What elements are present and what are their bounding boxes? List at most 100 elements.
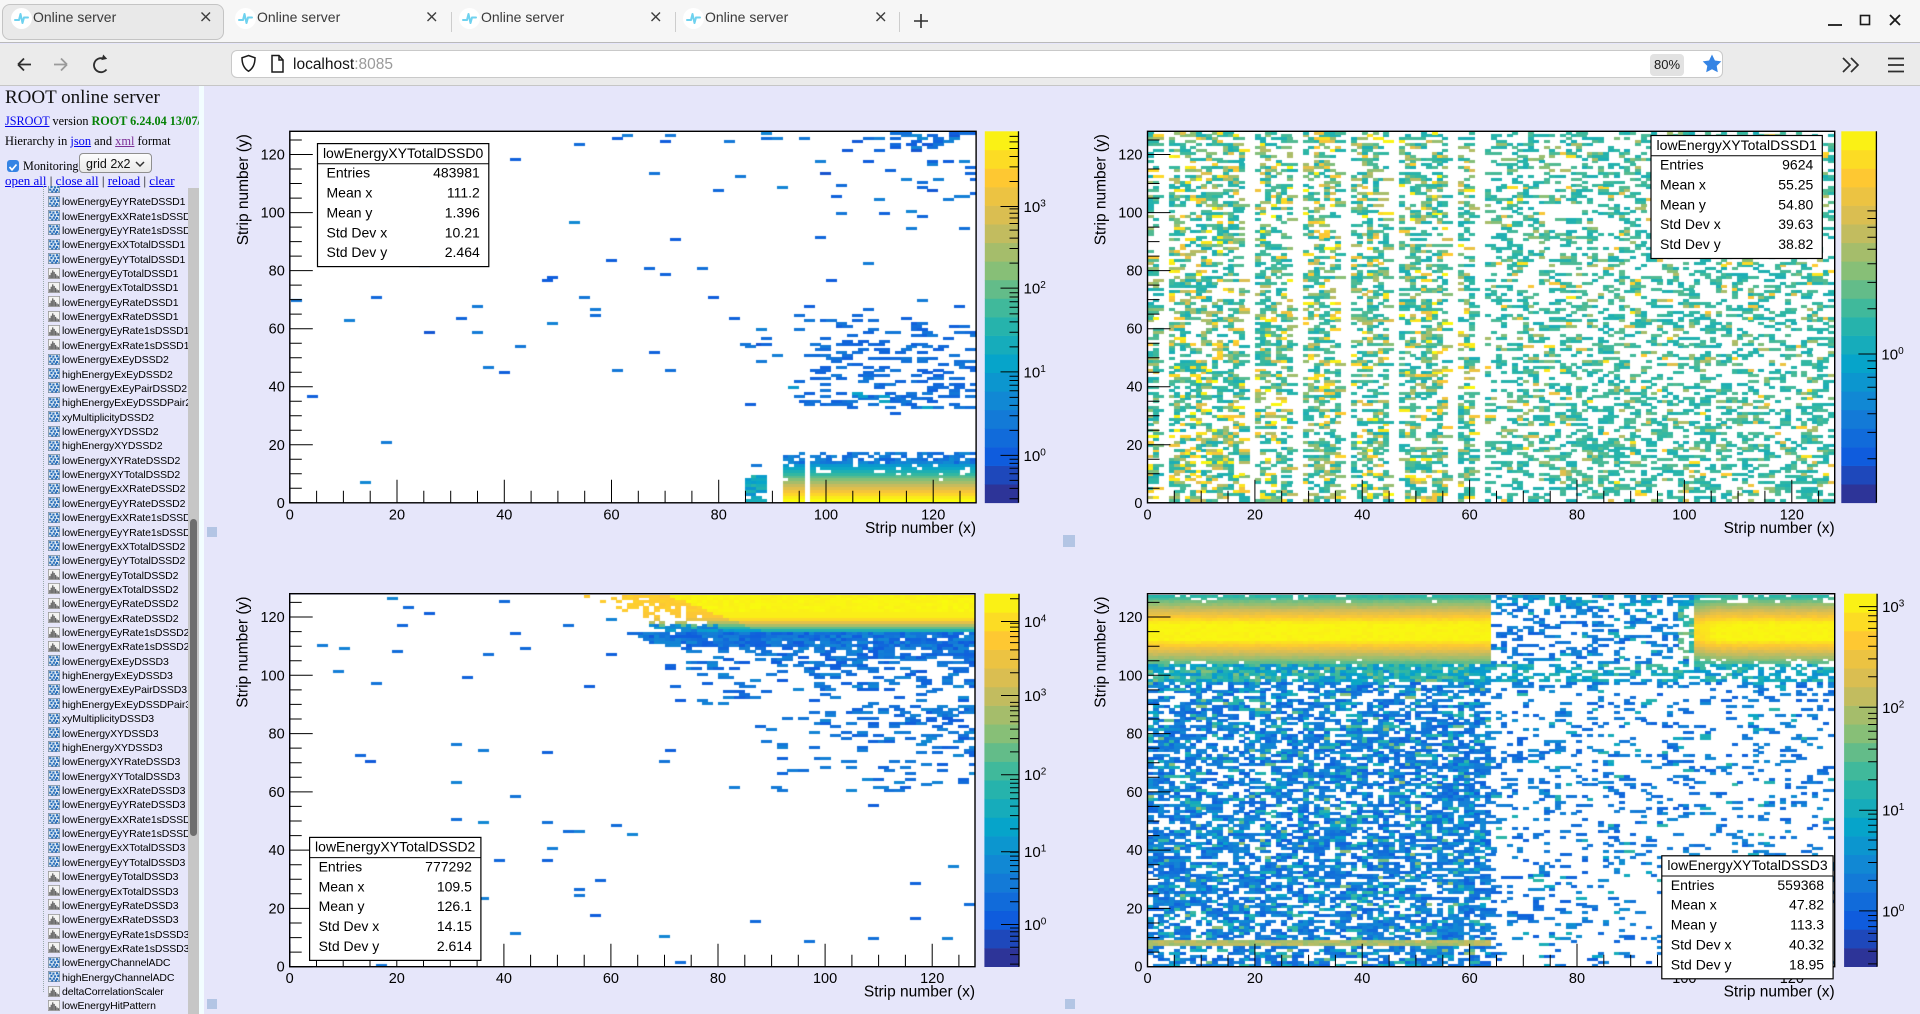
svg-text:Strip number (x): Strip number (x) — [864, 984, 975, 1001]
svg-text:47.82: 47.82 — [1789, 897, 1824, 913]
svg-text:lowEnergyXYTotalDSSD3: lowEnergyXYTotalDSSD3 — [1667, 857, 1828, 873]
svg-text:0: 0 — [1143, 971, 1151, 987]
svg-text:2.614: 2.614 — [437, 938, 472, 954]
svg-text:Std Dev y: Std Dev y — [319, 938, 380, 954]
svg-text:lowEnergyXYTotalDSSD1: lowEnergyXYTotalDSSD1 — [1657, 137, 1818, 153]
svg-text:20: 20 — [1126, 438, 1142, 454]
svg-text:102: 102 — [1882, 699, 1905, 717]
svg-text:120: 120 — [261, 148, 285, 164]
svg-text:Strip number (x): Strip number (x) — [1724, 984, 1835, 1001]
svg-text:100: 100 — [1118, 668, 1142, 684]
svg-text:Mean y: Mean y — [327, 204, 373, 220]
svg-text:20: 20 — [1126, 901, 1142, 917]
svg-text:10.21: 10.21 — [445, 224, 480, 240]
svg-text:100: 100 — [813, 971, 837, 987]
svg-text:20: 20 — [1247, 971, 1263, 987]
svg-text:101: 101 — [1882, 802, 1905, 820]
svg-text:1.396: 1.396 — [445, 204, 480, 220]
svg-text:Mean y: Mean y — [319, 898, 365, 914]
svg-text:80: 80 — [269, 727, 285, 743]
svg-text:18.95: 18.95 — [1789, 956, 1824, 972]
svg-text:9624: 9624 — [1782, 157, 1813, 173]
svg-text:40: 40 — [1126, 380, 1142, 396]
svg-text:120: 120 — [1118, 610, 1142, 626]
svg-text:101: 101 — [1024, 844, 1047, 862]
svg-text:Strip number (y): Strip number (y) — [1093, 134, 1110, 245]
svg-text:Mean y: Mean y — [1660, 196, 1706, 212]
svg-text:111.2: 111.2 — [447, 185, 480, 201]
svg-text:0: 0 — [286, 507, 294, 523]
svg-text:40: 40 — [1354, 507, 1370, 523]
svg-text:80: 80 — [710, 971, 726, 987]
svg-text:100: 100 — [1882, 903, 1905, 921]
svg-text:Entries: Entries — [319, 858, 363, 874]
svg-text:100: 100 — [1024, 447, 1047, 465]
svg-text:100: 100 — [261, 206, 285, 222]
svg-text:80: 80 — [1569, 971, 1585, 987]
svg-text:lowEnergyXYTotalDSSD0: lowEnergyXYTotalDSSD0 — [323, 145, 484, 161]
svg-text:Std Dev x: Std Dev x — [1671, 937, 1732, 953]
svg-text:20: 20 — [389, 971, 405, 987]
svg-text:40: 40 — [496, 507, 512, 523]
svg-text:0: 0 — [277, 496, 285, 512]
svg-text:0: 0 — [286, 971, 294, 987]
svg-text:Mean x: Mean x — [1660, 176, 1706, 192]
svg-text:Std Dev y: Std Dev y — [1671, 956, 1732, 972]
svg-text:Strip number (y): Strip number (y) — [235, 134, 252, 245]
svg-text:483981: 483981 — [433, 165, 480, 181]
svg-text:Std Dev x: Std Dev x — [327, 224, 388, 240]
svg-text:80: 80 — [711, 507, 727, 523]
svg-text:80: 80 — [269, 264, 285, 280]
svg-text:Mean x: Mean x — [1671, 897, 1717, 913]
svg-text:40: 40 — [1354, 971, 1370, 987]
svg-text:0: 0 — [1134, 496, 1142, 512]
svg-text:2.464: 2.464 — [445, 244, 480, 260]
svg-text:100: 100 — [260, 668, 284, 684]
svg-text:Std Dev x: Std Dev x — [1660, 216, 1721, 232]
svg-text:109.5: 109.5 — [437, 878, 472, 894]
svg-text:100: 100 — [1118, 206, 1142, 222]
svg-text:Entries: Entries — [327, 165, 371, 181]
svg-text:20: 20 — [269, 901, 285, 917]
svg-text:103: 103 — [1882, 599, 1905, 617]
svg-text:60: 60 — [1126, 785, 1142, 801]
svg-text:60: 60 — [1126, 322, 1142, 338]
svg-text:40: 40 — [269, 380, 285, 396]
svg-text:101: 101 — [1024, 364, 1047, 382]
svg-text:60: 60 — [603, 507, 619, 523]
svg-text:120: 120 — [260, 610, 284, 626]
svg-text:40: 40 — [496, 971, 512, 987]
svg-text:80: 80 — [1126, 727, 1142, 743]
svg-text:60: 60 — [1462, 507, 1478, 523]
svg-text:102: 102 — [1024, 767, 1047, 785]
svg-text:113.3: 113.3 — [1790, 917, 1824, 933]
svg-text:80: 80 — [1569, 507, 1585, 523]
svg-text:0: 0 — [277, 960, 285, 976]
svg-text:Std Dev y: Std Dev y — [1660, 236, 1721, 252]
svg-text:39.63: 39.63 — [1778, 216, 1813, 232]
svg-text:559368: 559368 — [1777, 877, 1824, 893]
svg-text:0: 0 — [1143, 507, 1151, 523]
svg-text:100: 100 — [1024, 917, 1047, 935]
svg-text:Strip number (x): Strip number (x) — [865, 520, 976, 537]
svg-text:60: 60 — [603, 971, 619, 987]
svg-text:100: 100 — [1881, 346, 1904, 364]
svg-text:60: 60 — [1462, 971, 1478, 987]
svg-text:126.1: 126.1 — [437, 898, 472, 914]
svg-text:40.32: 40.32 — [1789, 937, 1824, 953]
svg-text:120: 120 — [1118, 148, 1142, 164]
svg-text:777292: 777292 — [425, 858, 472, 874]
svg-text:20: 20 — [1247, 507, 1263, 523]
svg-text:Std Dev x: Std Dev x — [319, 918, 380, 934]
svg-text:40: 40 — [1126, 843, 1142, 859]
svg-text:103: 103 — [1024, 688, 1047, 706]
svg-text:40: 40 — [269, 843, 285, 859]
svg-text:102: 102 — [1024, 280, 1047, 298]
svg-text:20: 20 — [269, 438, 285, 454]
svg-text:55.25: 55.25 — [1778, 176, 1813, 192]
svg-text:80: 80 — [1126, 264, 1142, 280]
svg-text:Std Dev y: Std Dev y — [327, 244, 388, 260]
svg-text:38.82: 38.82 — [1778, 236, 1813, 252]
svg-text:Entries: Entries — [1660, 157, 1704, 173]
svg-text:Strip number (y): Strip number (y) — [1093, 597, 1110, 708]
